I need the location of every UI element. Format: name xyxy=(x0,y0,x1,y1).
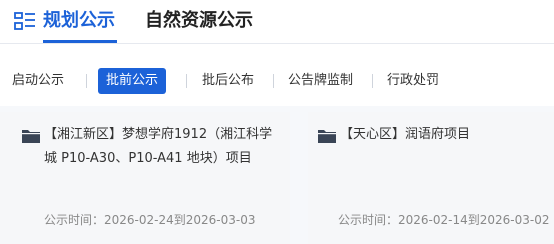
project-card[interactable]: 【天心区】润语府项目 公示时间：2026-02-14到2026-03-02 xyxy=(308,112,554,244)
filter-divider xyxy=(86,74,87,88)
project-card[interactable]: 【湘江新区】梦想学府1912（湘江科学城 P10-A30、P10-A41 地块）… xyxy=(0,112,290,244)
project-title[interactable]: 【天心区】润语府项目 xyxy=(340,123,550,147)
filter-billboard-supervision[interactable]: 公告牌监制 xyxy=(288,68,353,94)
filter-divider xyxy=(372,74,373,88)
header-divider xyxy=(0,43,554,44)
publicity-date: 公示时间：2026-02-24到2026-03-03 xyxy=(44,213,256,227)
header: 规划公示 自然资源公示 xyxy=(0,0,554,44)
filter-launch-publicity[interactable]: 启动公示 xyxy=(12,68,64,94)
folder-icon xyxy=(318,130,336,143)
tab-natural-resources-publicity[interactable]: 自然资源公示 xyxy=(145,8,253,34)
filter-divider xyxy=(273,74,274,88)
tab-planning-publicity[interactable]: 规划公示 xyxy=(43,8,115,34)
list-icon xyxy=(14,12,35,30)
filter-post-approval-publication[interactable]: 批后公布 xyxy=(202,68,254,94)
folder-icon xyxy=(22,130,40,143)
filter-bar: 启动公示 批前公示 批后公布 公告牌监制 行政处罚 xyxy=(0,68,554,94)
project-title[interactable]: 【湘江新区】梦想学府1912（湘江科学城 P10-A30、P10-A41 地块）… xyxy=(44,123,284,171)
publicity-date: 公示时间：2026-02-14到2026-03-02 xyxy=(338,213,550,227)
filter-pre-approval-publicity[interactable]: 批前公示 xyxy=(98,68,167,94)
filter-divider xyxy=(186,74,187,88)
filter-administrative-penalty[interactable]: 行政处罚 xyxy=(387,68,439,94)
